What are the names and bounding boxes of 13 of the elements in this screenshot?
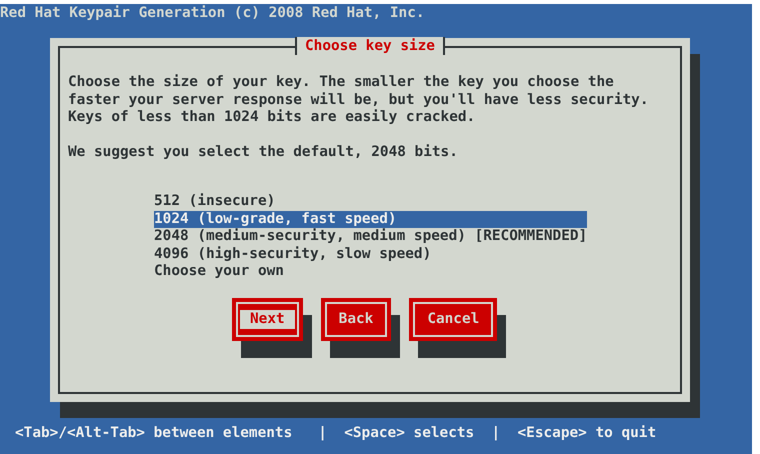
key-size-option[interactable]: 2048 (medium-security, medium speed) [RECOMMENDED] [154,228,587,246]
window-title: Red Hat Keypair Generation (c) 2008 Red Hat, Inc. [0,4,426,23]
key-size-option[interactable]: 4096 (high-security, slow speed) [154,246,587,263]
key-size-option[interactable]: 1024 (low-grade, fast speed) [154,210,587,228]
dialog-button[interactable]: Back [320,298,392,340]
key-size-option[interactable]: Choose your own [154,263,587,280]
dialog-title: Choose key size [295,37,445,55]
dialog-button[interactable]: Cancel [409,298,498,340]
dialog-button[interactable]: Next [232,298,303,340]
key-size-option[interactable]: 512 (insecure) [154,193,587,210]
description-text: Choose the size of your key. The smaller the key you choose the faster your server response will be, but you'll have less security. Keys of less than 1024 bits are easily cracked. [68,74,650,126]
status-hint: <Tab>/<Alt-Tab> between elements | <Space> selects | <Escape> to quit [15,424,658,442]
description-text: We suggest you select the default, 2048 bits. [68,144,459,161]
